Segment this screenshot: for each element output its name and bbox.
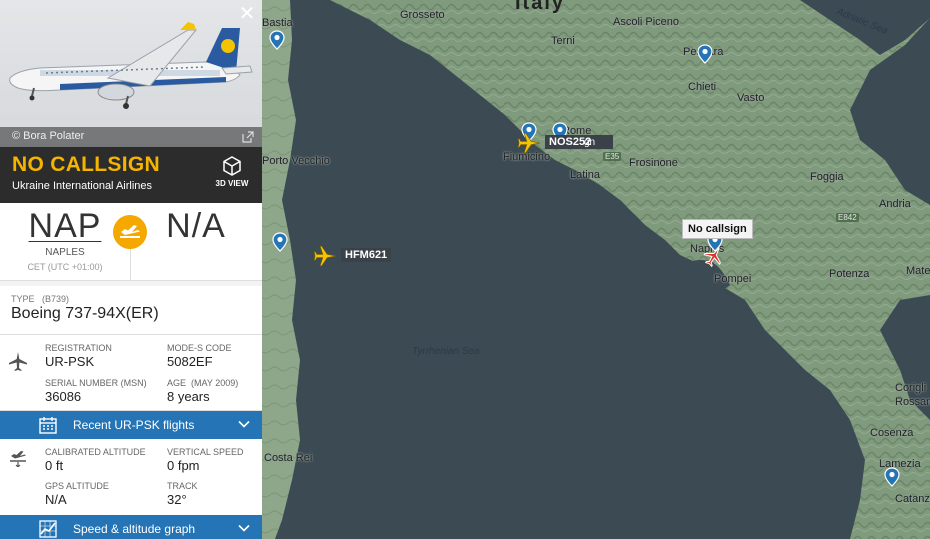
speed-altitude-graph-label: Speed & altitude graph xyxy=(73,522,196,536)
city-label: Costa Rei xyxy=(264,452,313,464)
calibrated-altitude-label: CALIBRATED ALTITUDE xyxy=(45,447,146,457)
close-icon[interactable]: ✕ xyxy=(238,4,256,24)
age-label: AGE (MAY 2009) xyxy=(167,378,239,388)
type-label: TYPE (B739) xyxy=(11,294,70,304)
city-label: Bastia xyxy=(262,17,293,29)
city-label: Vasto xyxy=(737,92,765,104)
aircraft-icon[interactable] xyxy=(312,243,338,269)
mode-s-cell: MODE-S CODE 5082EF xyxy=(167,343,262,369)
airport-pin-icon[interactable] xyxy=(272,232,288,252)
destination-airport: N/A xyxy=(131,207,261,246)
airplane-icon xyxy=(9,352,27,371)
app-root: Italy Tyrrhenian Sea Adriatic Sea Grosse… xyxy=(0,0,930,539)
destination-code: N/A xyxy=(166,207,226,245)
mode-s-value: 5082EF xyxy=(167,354,213,369)
city-label: Latina xyxy=(570,169,600,181)
vertical-speed-cell: VERTICAL SPEED 0 fpm xyxy=(167,447,262,473)
route-block: NAP NAPLES CET (UTC +01:00) N/A xyxy=(0,203,262,281)
sea-label-tyrrhenian: Tyrrhenian Sea xyxy=(412,346,480,357)
city-label: Matera xyxy=(906,265,930,277)
3d-view-label: 3D VIEW xyxy=(215,179,249,188)
registration-label: REGISTRATION xyxy=(45,343,112,353)
aircraft-icon[interactable] xyxy=(516,130,542,156)
city-label: Andria xyxy=(879,198,911,210)
city-label: Terni xyxy=(551,35,575,47)
graph-icon xyxy=(39,520,57,538)
vertical-speed-value: 0 fpm xyxy=(167,458,200,473)
road-label: E35 xyxy=(603,152,622,161)
gps-altitude-cell: GPS ALTITUDE N/A xyxy=(45,481,155,507)
aircraft-photo[interactable]: ✕ © Bora Polater xyxy=(0,0,262,147)
origin-timezone: CET (UTC +01:00) xyxy=(27,262,103,272)
aircraft-type-block: TYPE (B739) Boeing 737-94X(ER) xyxy=(0,286,262,335)
city-label: Pompei xyxy=(714,273,752,285)
airport-pin-icon[interactable] xyxy=(884,467,900,487)
city-label: Potenza xyxy=(829,268,870,280)
city-label: Ascoli Piceno xyxy=(613,16,680,28)
calendar-icon xyxy=(39,417,57,434)
speed-altitude-graph-button[interactable]: Speed & altitude graph xyxy=(0,515,262,539)
registration-value: UR-PSK xyxy=(45,354,95,369)
altitude-section: CALIBRATED ALTITUDE 0 ft VERTICAL SPEED … xyxy=(0,439,262,515)
altitude-icon xyxy=(10,451,26,467)
origin-city: NAPLES xyxy=(45,247,85,258)
country-label: Italy xyxy=(515,0,566,14)
registration-cell: REGISTRATION UR-PSK xyxy=(45,343,155,369)
photo-credit: © Bora Polater xyxy=(0,127,262,147)
calibrated-altitude-value: 0 ft xyxy=(45,458,64,473)
city-label: Grosseto xyxy=(400,9,445,21)
road-label: E842 xyxy=(836,213,859,222)
3d-view-button[interactable]: 3D VIEW xyxy=(212,155,252,188)
aircraft-photo-image xyxy=(9,22,253,109)
cube-icon xyxy=(223,156,241,176)
chevron-down-icon xyxy=(238,420,250,428)
chevron-down-icon xyxy=(238,524,250,532)
city-label: Catanz xyxy=(895,493,930,505)
city-label: Frosinone xyxy=(629,157,678,169)
city-label: Foggia xyxy=(810,171,844,183)
serial-label: SERIAL NUMBER (MSN) xyxy=(45,378,147,388)
aircraft-details-section: REGISTRATION UR-PSK MODE-S CODE 5082EF S… xyxy=(0,335,262,411)
flight-label[interactable]: HFM621 xyxy=(341,248,392,262)
type-code: (B739) xyxy=(42,294,70,304)
origin-airport[interactable]: NAP NAPLES CET (UTC +01:00) xyxy=(0,207,130,272)
track-value: 32° xyxy=(167,492,187,507)
overlapping-label: gn xyxy=(584,137,596,148)
gps-altitude-value: N/A xyxy=(45,492,67,507)
airport-pin-icon[interactable] xyxy=(269,30,285,50)
city-label: Porto Vecchio xyxy=(262,155,330,167)
calibrated-altitude-cell: CALIBRATED ALTITUDE 0 ft xyxy=(45,447,165,473)
serial-cell: SERIAL NUMBER (MSN) 36086 xyxy=(45,378,165,404)
recent-flights-label: Recent UR-PSK flights xyxy=(73,418,195,432)
recent-flights-button[interactable]: Recent UR-PSK flights xyxy=(0,411,262,439)
flight-info-panel: ✕ © Bora Polater NO CALLSIGN Ukraine Int… xyxy=(0,0,262,539)
type-value: Boeing 737-94X(ER) xyxy=(11,305,159,322)
airport-pin-icon[interactable] xyxy=(697,44,713,64)
city-label: Chieti xyxy=(688,81,717,93)
track-cell: TRACK 32° xyxy=(167,481,262,507)
vertical-speed-label: VERTICAL SPEED xyxy=(167,447,244,457)
gps-altitude-label: GPS ALTITUDE xyxy=(45,481,109,491)
age-value: 8 years xyxy=(167,389,210,404)
mode-s-label: MODE-S CODE xyxy=(167,343,232,353)
origin-code[interactable]: NAP xyxy=(0,207,130,246)
flight-label[interactable]: NOS252 xyxy=(545,135,614,149)
selected-flight-callout: No callsign xyxy=(682,219,753,239)
track-label: TRACK xyxy=(167,481,198,491)
city-label: Corigli xyxy=(895,382,927,394)
serial-value: 36086 xyxy=(45,389,82,404)
external-link-icon[interactable] xyxy=(242,131,254,143)
flight-header: NO CALLSIGN Ukraine International Airlin… xyxy=(0,147,262,203)
age-cell: AGE (MAY 2009) 8 years xyxy=(167,378,262,404)
city-label: Cosenza xyxy=(870,427,914,439)
city-label: Rossan xyxy=(895,396,930,408)
